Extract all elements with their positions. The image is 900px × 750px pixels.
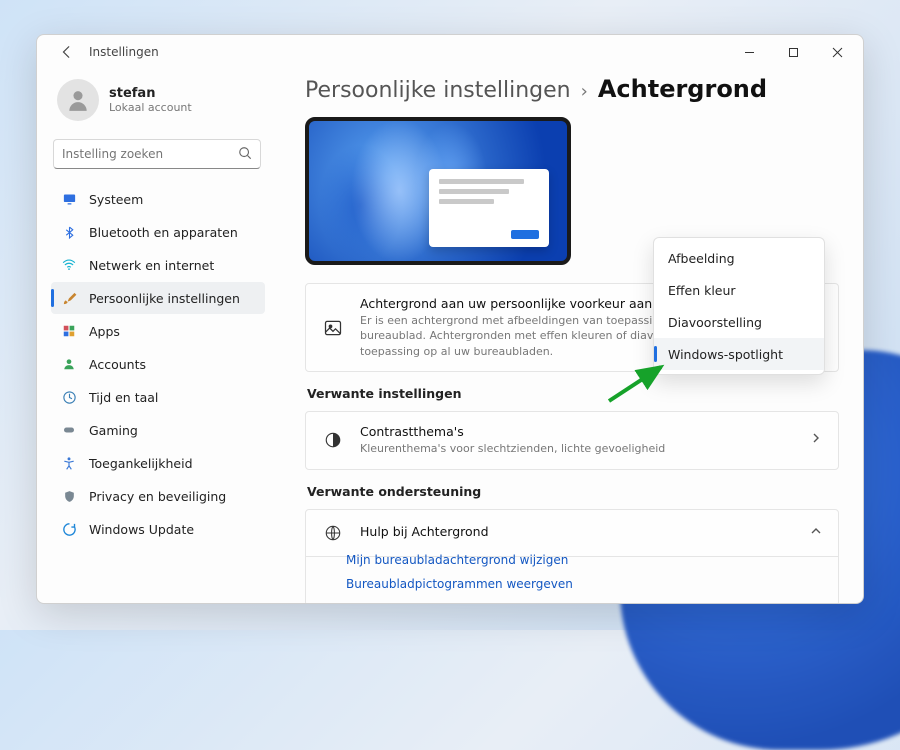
sidebar-item-privacy-en-beveiliging[interactable]: Privacy en beveiliging: [51, 480, 265, 512]
sidebar-item-label: Apps: [89, 324, 120, 339]
related-support-heading: Verwante ondersteuning: [307, 484, 839, 499]
contrast-themes-card[interactable]: Contrastthema's Kleurenthema's voor slec…: [305, 411, 839, 469]
titlebar: Instellingen: [37, 35, 863, 69]
user-account[interactable]: stefan Lokaal account: [51, 75, 265, 133]
globe-help-icon: [322, 522, 344, 544]
search-input[interactable]: [53, 139, 261, 169]
search-field[interactable]: [62, 147, 238, 161]
sidebar-item-toegankelijkheid[interactable]: Toegankelijkheid: [51, 447, 265, 479]
support-links: Mijn bureaubladachtergrond wijzigen Burea…: [305, 543, 839, 603]
sidebar-item-systeem[interactable]: Systeem: [51, 183, 265, 215]
sidebar-item-label: Privacy en beveiliging: [89, 489, 226, 504]
wifi-icon: [61, 257, 77, 273]
sidebar: stefan Lokaal account Systeem Bluetooth e…: [37, 69, 275, 603]
window-controls: [727, 37, 859, 67]
avatar-icon: [57, 79, 99, 121]
dropdown-option[interactable]: Effen kleur: [654, 274, 824, 306]
sidebar-item-accounts[interactable]: Accounts: [51, 348, 265, 380]
breadcrumb-current: Achtergrond: [598, 75, 767, 103]
bluetooth-icon: [61, 224, 77, 240]
sidebar-item-label: Gaming: [89, 423, 138, 438]
sidebar-item-persoonlijke-instellingen[interactable]: Persoonlijke instellingen: [51, 282, 265, 314]
maximize-button[interactable]: [771, 37, 815, 67]
minimize-button[interactable]: [727, 37, 771, 67]
sidebar-item-label: Persoonlijke instellingen: [89, 291, 240, 306]
user-subtitle: Lokaal account: [109, 101, 192, 114]
sidebar-item-windows-update[interactable]: Windows Update: [51, 513, 265, 545]
related-settings-heading: Verwante instellingen: [307, 386, 839, 401]
breadcrumb-parent[interactable]: Persoonlijke instellingen: [305, 78, 571, 103]
window-title: Instellingen: [89, 45, 159, 59]
background-preview: [305, 117, 571, 265]
sidebar-item-label: Accounts: [89, 357, 146, 372]
card-title: Contrastthema's: [360, 424, 794, 439]
card-subtitle: Kleurenthema's voor slechtzienden, licht…: [360, 441, 780, 456]
sidebar-item-bluetooth-en-apparaten[interactable]: Bluetooth en apparaten: [51, 216, 265, 248]
brush-icon: [61, 290, 77, 306]
sidebar-item-label: Windows Update: [89, 522, 194, 537]
close-button[interactable]: [815, 37, 859, 67]
sidebar-item-label: Tijd en taal: [89, 390, 158, 405]
nav-list: Systeem Bluetooth en apparaten Netwerk en …: [51, 183, 265, 545]
support-link[interactable]: Mijn bureaubladachtergrond wijzigen: [346, 553, 798, 567]
breadcrumb: Persoonlijke instellingen › Achtergrond: [305, 75, 839, 103]
chevron-up-icon: [810, 525, 822, 541]
preview-dialog: [429, 169, 549, 247]
display-icon: [61, 191, 77, 207]
chevron-right-icon: [810, 432, 822, 448]
support-link[interactable]: Bureaubladpictogrammen weergeven: [346, 577, 798, 591]
sidebar-item-tijd-en-taal[interactable]: Tijd en taal: [51, 381, 265, 413]
sidebar-item-gaming[interactable]: Gaming: [51, 414, 265, 446]
card-title: Hulp bij Achtergrond: [360, 524, 794, 539]
accessibility-icon: [61, 455, 77, 471]
sidebar-item-label: Netwerk en internet: [89, 258, 214, 273]
sidebar-item-label: Systeem: [89, 192, 143, 207]
dropdown-option[interactable]: Afbeelding: [654, 242, 824, 274]
globe-clock-icon: [61, 389, 77, 405]
picture-icon: [322, 317, 344, 339]
contrast-icon: [322, 429, 344, 451]
background-type-dropdown[interactable]: AfbeeldingEffen kleurDiavoorstellingWind…: [653, 237, 825, 375]
dropdown-option[interactable]: Windows-spotlight: [654, 338, 824, 370]
sidebar-item-label: Toegankelijkheid: [89, 456, 193, 471]
update-icon: [61, 521, 77, 537]
search-icon: [238, 145, 252, 164]
shield-icon: [61, 488, 77, 504]
apps-icon: [61, 323, 77, 339]
chevron-right-icon: ›: [581, 81, 588, 102]
person-icon: [61, 356, 77, 372]
main-content: Persoonlijke instellingen › Achtergrond …: [275, 69, 863, 603]
sidebar-item-netwerk-en-internet[interactable]: Netwerk en internet: [51, 249, 265, 281]
sidebar-item-label: Bluetooth en apparaten: [89, 225, 238, 240]
back-button[interactable]: [51, 36, 83, 68]
dropdown-option[interactable]: Diavoorstelling: [654, 306, 824, 338]
user-name: stefan: [109, 86, 192, 101]
gamepad-icon: [61, 422, 77, 438]
settings-window: Instellingen stefan Lokaal account: [36, 34, 864, 604]
sidebar-item-apps[interactable]: Apps: [51, 315, 265, 347]
